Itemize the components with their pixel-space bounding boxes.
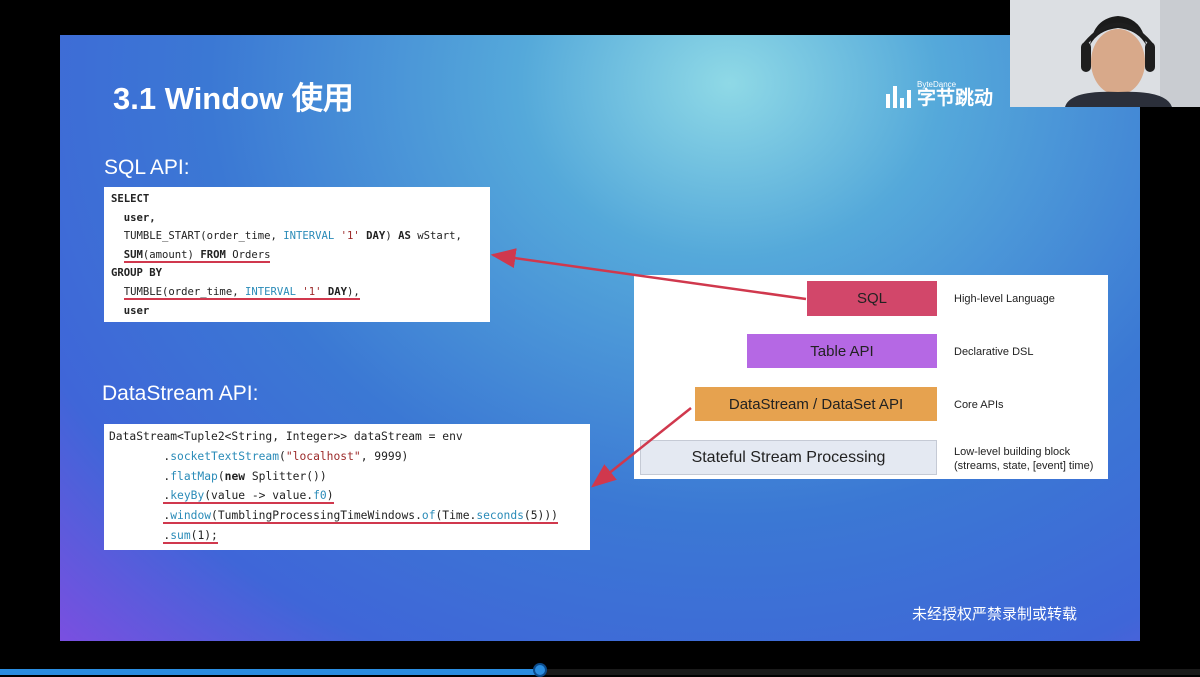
presenter-webcam: [1010, 0, 1200, 107]
code-line: TUMBLE_START(order_time, INTERVAL '1' DA…: [111, 230, 462, 243]
datastream-api-label: DataStream API:: [102, 382, 259, 405]
code-line: SELECT: [111, 193, 150, 205]
watermark: 未经授权严禁录制或转载: [912, 606, 1078, 623]
code-line: .sum(1);: [109, 526, 585, 546]
layer-sql: SQL: [807, 281, 937, 316]
presenter-avatar-icon: [1010, 0, 1200, 107]
code-line: TUMBLE(order_time, INTERVAL '1' DAY),: [111, 283, 483, 302]
datastream-code-block: DataStream<Tuple2<String, Integer>> data…: [104, 424, 590, 550]
annotation-underline: SUM(amount) FROM Orders: [123, 248, 271, 263]
annotation-underline: .window(TumblingProcessingTimeWindows.of…: [163, 509, 558, 525]
code-line: .flatMap(new Splitter()): [109, 469, 327, 483]
code-line: user: [111, 304, 150, 317]
annotation-underline: TUMBLE(order_time, INTERVAL '1' DAY),: [123, 285, 360, 300]
code-line: GROUP BY: [111, 267, 163, 280]
slide-title: 3.1 Window 使用: [113, 81, 354, 116]
code-line: DataStream<Tuple2<String, Integer>> data…: [109, 430, 463, 443]
logo-bars-icon: [886, 86, 911, 108]
code-line: user,: [111, 211, 156, 224]
video-progress-fill: [0, 669, 540, 675]
layer-datastream-desc: Core APIs: [954, 399, 1004, 411]
sql-code-block: SELECT user, TUMBLE_START(order_time, IN…: [104, 187, 490, 322]
layer-sql-desc: High-level Language: [954, 293, 1055, 305]
layer-stateful-desc: Low-level building block (streams, state…: [954, 446, 1094, 472]
annotation-underline: .keyBy(value -> value.f0): [163, 489, 334, 505]
layer-table-api: Table API: [747, 334, 937, 368]
slide: 3.1 Window 使用 ByteDance 字节跳动 SQL API: SE…: [60, 35, 1140, 641]
bytedance-logo: ByteDance 字节跳动: [886, 81, 993, 108]
logo-big-text: 字节跳动: [917, 88, 994, 109]
code-line: .socketTextStream("localhost", 9999): [109, 449, 409, 463]
code-line: .keyBy(value -> value.f0): [109, 486, 585, 506]
annotation-underline: .sum(1);: [163, 528, 218, 544]
layer-datastream-api: DataStream / DataSet API: [695, 387, 937, 421]
sql-api-label: SQL API:: [104, 156, 190, 179]
video-progress-bar[interactable]: [0, 663, 1200, 677]
code-line: .window(TumblingProcessingTimeWindows.of…: [109, 506, 585, 526]
layer-table-desc: Declarative DSL: [954, 346, 1034, 358]
code-line: SUM(amount) FROM Orders: [111, 246, 483, 265]
layer-stateful: Stateful Stream Processing: [640, 440, 937, 475]
flink-api-layers-diagram: SQL High-level Language Table API Declar…: [634, 275, 1108, 479]
